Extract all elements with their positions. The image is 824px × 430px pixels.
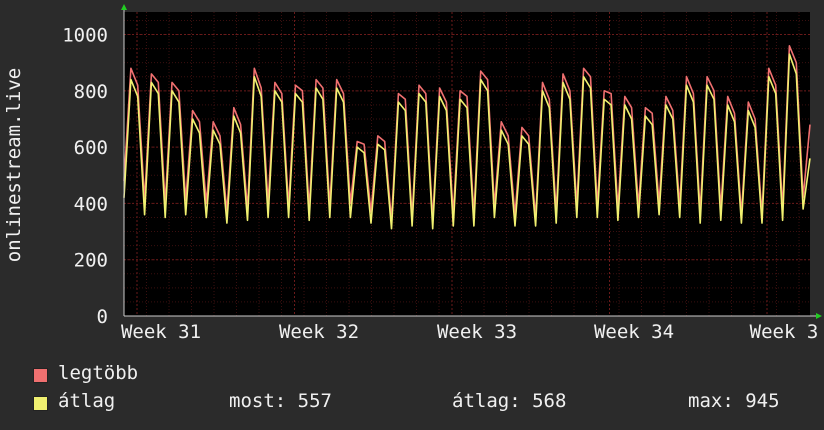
y-axis-label: onlinestream.live (3, 68, 25, 262)
x-axis-arrow (816, 313, 822, 319)
y-tick-label: 0 (97, 306, 108, 328)
x-tick-label: Week 33 (437, 321, 517, 343)
chart: 0 200 400 600 800 1000 Week 31 Week 32 Week 33 We… (3, 4, 822, 343)
y-tick-label: 1000 (62, 25, 108, 47)
x-tick-label: Week 3 (750, 321, 819, 343)
y-tick-label: 600 (74, 137, 108, 159)
y-axis-arrow (121, 4, 127, 10)
y-tick-label: 200 (74, 250, 108, 272)
plot-background (124, 12, 810, 316)
x-tick-label: Week 32 (279, 321, 359, 343)
y-tick-label: 800 (74, 81, 108, 103)
x-tick-label: Week 31 (121, 321, 201, 343)
x-tick-label: Week 34 (594, 321, 674, 343)
y-tick-label: 400 (74, 193, 108, 215)
